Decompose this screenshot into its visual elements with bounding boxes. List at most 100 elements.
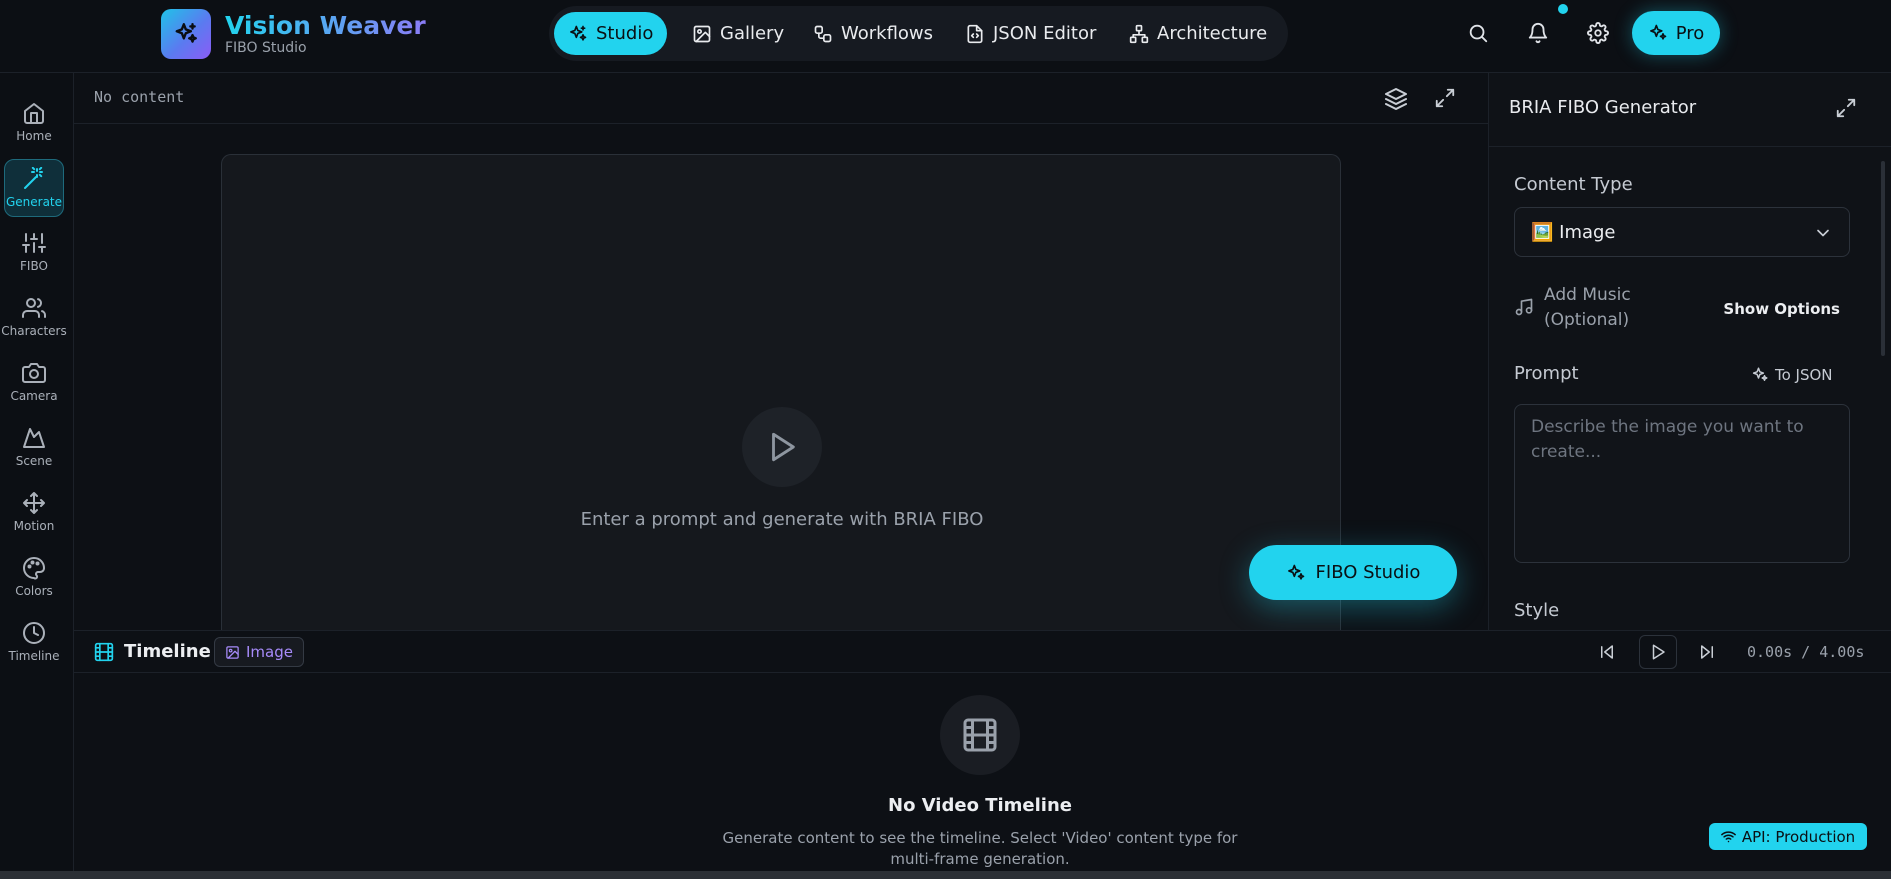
nav-architecture[interactable]: Architecture bbox=[1115, 12, 1281, 55]
sidebar-item-scene[interactable]: Scene bbox=[4, 418, 64, 476]
brand-title: Vision Weaver bbox=[225, 11, 426, 40]
sidebar-item-home[interactable]: Home bbox=[4, 93, 64, 151]
users-icon bbox=[22, 298, 46, 318]
left-sidebar: Home Generate FIBO Characters Camera Sce… bbox=[0, 73, 74, 873]
skip-back-icon bbox=[1601, 645, 1613, 659]
fibo-studio-button[interactable]: FIBO Studio bbox=[1249, 545, 1457, 600]
image-icon bbox=[226, 645, 239, 659]
timeline-badge-label: Image bbox=[246, 643, 293, 661]
palette-icon bbox=[23, 557, 45, 580]
settings-button[interactable] bbox=[1584, 19, 1612, 47]
sparkles-icon bbox=[570, 25, 587, 41]
api-status-label: API: Production bbox=[1741, 827, 1856, 846]
film-icon bbox=[963, 718, 997, 752]
logo-badge[interactable] bbox=[161, 9, 211, 59]
sparkles-icon bbox=[1752, 367, 1768, 381]
sidebar-item-label: Characters bbox=[1, 324, 67, 338]
content-type-select[interactable]: 🖼️ Image bbox=[1514, 207, 1850, 257]
wifi-icon bbox=[1720, 831, 1736, 843]
move-icon bbox=[23, 492, 45, 514]
image-icon bbox=[693, 25, 711, 42]
pro-button[interactable]: Pro bbox=[1632, 11, 1720, 55]
top-bar: Vision Weaver FIBO Studio Studio Gallery… bbox=[0, 0, 1891, 73]
content-type-value: 🖼️ Image bbox=[1531, 221, 1616, 243]
nav-architecture-label: Architecture bbox=[1157, 23, 1268, 44]
clock-icon bbox=[23, 622, 45, 644]
panel-title: BRIA FIBO Generator bbox=[1509, 97, 1697, 118]
panel-scrollbar[interactable] bbox=[1881, 161, 1885, 356]
canvas-header: No content bbox=[74, 73, 1488, 124]
sidebar-item-fibo[interactable]: FIBO bbox=[4, 223, 64, 281]
nav-workflows-label: Workflows bbox=[841, 23, 934, 44]
empty-timeline-title: No Video Timeline bbox=[888, 795, 1072, 816]
generator-panel: BRIA FIBO Generator Content Type 🖼️ Imag… bbox=[1488, 73, 1891, 630]
network-icon bbox=[1129, 24, 1149, 43]
sidebar-item-label: FIBO bbox=[20, 259, 48, 273]
panel-expand-button[interactable] bbox=[1835, 97, 1859, 121]
pro-label: Pro bbox=[1675, 22, 1705, 44]
empty-timeline-text: Generate content to see the timeline. Se… bbox=[722, 829, 1238, 868]
main-nav: Studio Gallery Workflows JSON Editor Arc… bbox=[549, 6, 1288, 61]
workflow-icon bbox=[814, 25, 832, 42]
wand-icon bbox=[24, 167, 43, 189]
nav-gallery-label: Gallery bbox=[720, 23, 785, 44]
music-label: Add Music (Optional) bbox=[1544, 285, 1631, 330]
sparkles-icon bbox=[175, 23, 197, 43]
sidebar-item-label: Motion bbox=[13, 519, 55, 533]
gear-icon bbox=[1587, 22, 1609, 44]
search-button[interactable] bbox=[1464, 19, 1492, 47]
timeline-title: Timeline bbox=[124, 641, 211, 662]
content-type-label: Content Type bbox=[1514, 174, 1633, 195]
canvas-hint: Enter a prompt and generate with BRIA FI… bbox=[580, 509, 984, 530]
sidebar-item-timeline[interactable]: Timeline bbox=[4, 613, 64, 671]
skip-back-button[interactable] bbox=[1594, 639, 1620, 665]
sidebar-item-generate[interactable]: Generate bbox=[4, 159, 64, 217]
sidebar-item-colors[interactable]: Colors bbox=[4, 548, 64, 606]
music-row: Add Music (Optional) Show Options bbox=[1514, 283, 1850, 339]
music-icon bbox=[1515, 298, 1533, 316]
empty-timeline-illustration bbox=[940, 695, 1020, 775]
sidebar-item-label: Scene bbox=[15, 454, 53, 468]
fullscreen-button[interactable] bbox=[1434, 87, 1458, 111]
notifications-button[interactable] bbox=[1524, 19, 1552, 47]
sidebar-item-label: Timeline bbox=[8, 649, 60, 663]
sidebar-item-label: Colors bbox=[15, 584, 53, 598]
timeline-panel: Timeline Image 0.00s / 4.00s No Video Ti… bbox=[74, 630, 1891, 873]
skip-forward-button[interactable] bbox=[1694, 639, 1720, 665]
camera-icon bbox=[22, 363, 46, 383]
to-json-label: To JSON bbox=[1775, 366, 1833, 384]
play-preview-button[interactable] bbox=[742, 407, 822, 487]
sidebar-item-label: Generate bbox=[5, 195, 63, 209]
preview-canvas: Enter a prompt and generate with BRIA FI… bbox=[221, 154, 1341, 634]
nav-studio-label: Studio bbox=[596, 23, 654, 44]
timeline-play-button[interactable] bbox=[1639, 635, 1677, 669]
panel-divider bbox=[1489, 146, 1891, 147]
timeline-time: 0.00s / 4.00s bbox=[1747, 643, 1865, 661]
home-icon bbox=[24, 103, 44, 124]
nav-gallery[interactable]: Gallery bbox=[678, 12, 798, 55]
search-icon bbox=[1469, 24, 1488, 43]
style-label: Style bbox=[1514, 600, 1560, 621]
chevron-down-icon bbox=[1817, 229, 1829, 237]
nav-json-editor[interactable]: JSON Editor bbox=[951, 12, 1110, 55]
prompt-input[interactable] bbox=[1514, 404, 1850, 563]
maximize-icon bbox=[1836, 98, 1856, 118]
sidebar-item-characters[interactable]: Characters bbox=[1, 288, 67, 346]
api-status-badge[interactable]: API: Production bbox=[1709, 823, 1867, 850]
to-json-button[interactable]: To JSON bbox=[1751, 366, 1833, 384]
sidebar-item-camera[interactable]: Camera bbox=[4, 353, 64, 411]
prompt-label: Prompt bbox=[1514, 363, 1579, 384]
show-options-button[interactable]: Show Options bbox=[1723, 300, 1840, 318]
maximize-icon bbox=[1435, 88, 1455, 108]
nav-workflows[interactable]: Workflows bbox=[799, 12, 947, 55]
layers-button[interactable] bbox=[1384, 87, 1408, 111]
sliders-icon bbox=[22, 233, 46, 253]
layers-icon bbox=[1385, 88, 1407, 110]
timeline-type-badge[interactable]: Image bbox=[214, 637, 304, 667]
timeline-header: Timeline Image 0.00s / 4.00s bbox=[74, 631, 1891, 673]
sidebar-item-motion[interactable]: Motion bbox=[4, 483, 64, 541]
play-icon bbox=[772, 432, 795, 462]
sidebar-item-label: Home bbox=[16, 129, 52, 143]
nav-studio[interactable]: Studio bbox=[554, 12, 668, 55]
mountain-icon bbox=[23, 428, 45, 448]
